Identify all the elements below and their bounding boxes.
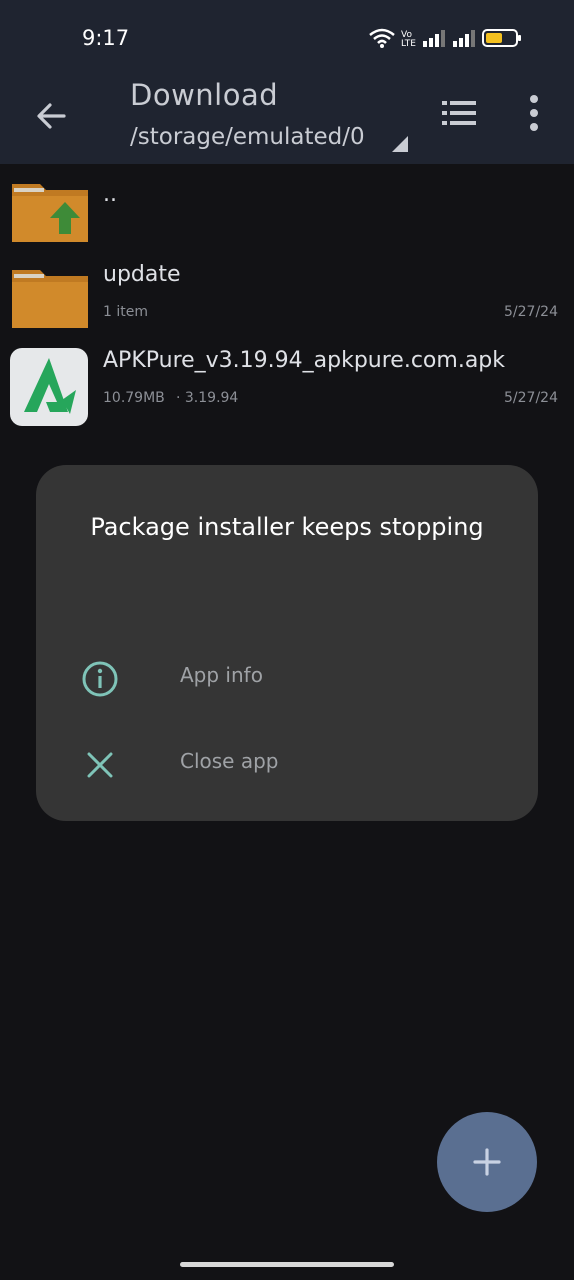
volte-icon: Vo LTE — [401, 30, 416, 49]
dropdown-caret-icon — [390, 136, 410, 158]
system-icons: Vo LTE — [369, 28, 522, 52]
list-item[interactable]: APKPure_v3.19.94_apkpure.com.apk 10.79MB… — [0, 340, 574, 426]
file-version: · 3.19.94 — [176, 390, 239, 406]
file-name: APKPure_v3.19.94_apkpure.com.apk — [103, 348, 506, 373]
file-name: update — [103, 262, 181, 287]
status-bar: 9:17 Vo LTE — [0, 0, 574, 78]
app-info-option[interactable]: App info — [36, 645, 538, 709]
signal-icon — [422, 29, 446, 51]
back-arrow-icon[interactable] — [30, 94, 74, 138]
file-date: 5/27/24 — [504, 304, 558, 320]
list-item[interactable]: update 1 item 5/27/24 — [0, 254, 574, 340]
apkpure-app-icon — [10, 348, 90, 426]
wifi-icon — [369, 28, 395, 52]
close-app-label: Close app — [180, 749, 279, 773]
info-icon — [80, 659, 120, 699]
file-name: .. — [103, 182, 117, 207]
item-count: 1 item — [103, 304, 148, 320]
folder-title: Download — [130, 78, 279, 112]
app-info-label: App info — [180, 663, 263, 687]
plus-icon — [473, 1148, 501, 1176]
close-icon — [80, 745, 120, 785]
status-time: 9:17 — [82, 26, 130, 50]
battery-icon — [482, 28, 522, 52]
crash-dialog: Package installer keeps stopping App inf… — [36, 465, 538, 821]
folder-up-icon — [10, 176, 90, 246]
more-vert-icon[interactable] — [522, 92, 546, 134]
path-selector[interactable]: /storage/emulated/0 — [130, 124, 365, 150]
file-size: 10.79MB — [103, 390, 165, 406]
list-view-icon[interactable] — [440, 98, 478, 128]
gesture-nav-bar[interactable] — [180, 1262, 394, 1267]
signal-icon-2 — [452, 29, 476, 51]
folder-icon — [10, 262, 90, 332]
add-button[interactable] — [437, 1112, 537, 1212]
list-item[interactable]: .. — [0, 168, 574, 254]
close-app-option[interactable]: Close app — [36, 731, 538, 795]
dialog-title: Package installer keeps stopping — [90, 513, 484, 541]
app-bar: Download /storage/emulated/0 — [0, 78, 574, 164]
file-date: 5/27/24 — [504, 390, 558, 406]
